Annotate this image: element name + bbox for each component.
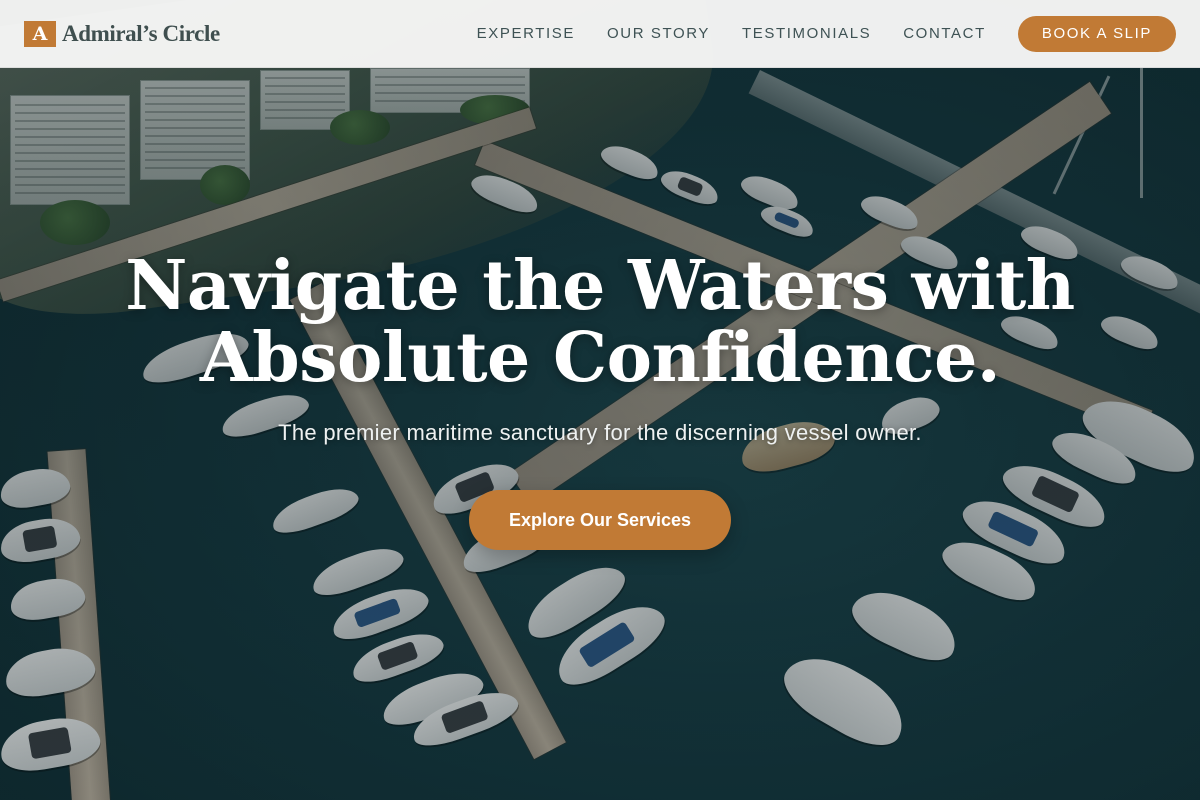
nav-link-expertise[interactable]: EXPERTISE	[477, 25, 575, 42]
brand-logo[interactable]: A Admiral’s Circle	[24, 20, 220, 47]
explore-services-button[interactable]: Explore Our Services	[469, 490, 731, 550]
nav-link-our-story[interactable]: OUR STORY	[607, 25, 710, 42]
hero-headline-line1: Navigate the Waters with	[125, 246, 1075, 326]
hero-headline: Navigate the Waters with Absolute Confid…	[0, 250, 1200, 394]
navbar: A Admiral’s Circle EXPERTISE OUR STORY T…	[0, 0, 1200, 68]
hero-headline-line2: Absolute Confidence.	[199, 318, 1001, 398]
hero-content: Navigate the Waters with Absolute Confid…	[0, 250, 1200, 550]
brand-name: Admiral’s Circle	[62, 20, 220, 46]
hero-subheading: The premier maritime sanctuary for the d…	[278, 420, 922, 445]
nav-link-contact[interactable]: CONTACT	[903, 25, 986, 42]
main-nav: EXPERTISE OUR STORY TESTIMONIALS CONTACT…	[477, 15, 1176, 52]
nav-link-testimonials[interactable]: TESTIMONIALS	[742, 25, 871, 42]
book-a-slip-button[interactable]: BOOK A SLIP	[1017, 15, 1176, 52]
brand-mark: A	[24, 20, 56, 47]
